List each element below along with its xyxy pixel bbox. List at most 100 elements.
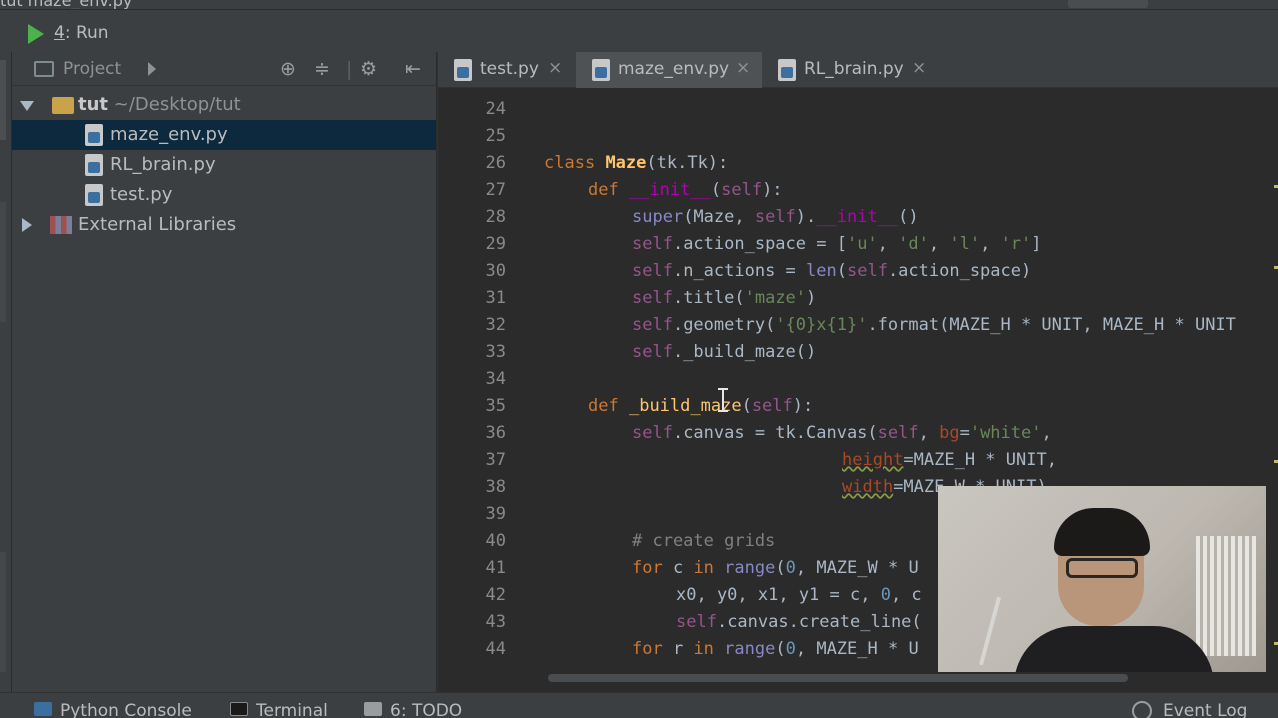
python-file-icon	[85, 184, 103, 206]
code-line: 26 class Maze(tk.Tk):	[438, 150, 1278, 177]
project-panel: Project ⊕ ≑ | ⚙ ⇤ tut ~/Desktop/tut maze…	[12, 52, 436, 692]
expand-icon[interactable]	[22, 218, 32, 232]
hide-icon[interactable]: ⇤	[405, 58, 421, 80]
stripe-mark[interactable]	[1274, 460, 1278, 463]
terminal-button[interactable]: Terminal	[256, 701, 328, 718]
run-label-text: : Run	[64, 23, 109, 43]
code-text: for r in range(0, MAZE_H * U	[632, 639, 919, 659]
code-text: self.canvas = tk.Canvas(self, bg='white'…	[632, 423, 1052, 443]
presenter-body	[1014, 626, 1214, 672]
code-line: 35 def _build_maze(self):	[438, 393, 1278, 420]
close-icon[interactable]: ×	[912, 58, 926, 78]
project-panel-title[interactable]: Project	[63, 59, 121, 79]
collapse-icon[interactable]: ≑	[314, 58, 330, 80]
crosshair-icon[interactable]: ⊕	[280, 58, 296, 80]
code-line: 33 self._build_maze()	[438, 339, 1278, 366]
line-number: 24	[485, 99, 506, 119]
project-folder-icon	[34, 61, 54, 77]
line-number: 32	[485, 315, 506, 335]
code-line: 37 height=MAZE_H * UNIT,	[438, 447, 1278, 474]
divider: |	[346, 58, 353, 80]
tab-rl-brain-py[interactable]: RL_brain.py ×	[762, 52, 938, 88]
close-icon[interactable]: ×	[736, 58, 750, 78]
presenter-hair	[1054, 508, 1150, 556]
structure-tool-tab[interactable]	[0, 202, 6, 322]
code-text: x0, y0, x1, y1 = c, 0, c	[676, 585, 922, 605]
code-line: 24	[438, 96, 1278, 123]
favorites-tool-tab[interactable]	[0, 552, 6, 672]
code-text: class Maze(tk.Tk):	[544, 153, 729, 173]
line-number: 31	[485, 288, 506, 308]
code-text: self.canvas.create_line(	[676, 612, 922, 632]
line-number: 42	[485, 585, 506, 605]
code-text: self.action_space = ['u', 'd', 'l', 'r']	[632, 234, 1042, 254]
tree-item-external-libraries[interactable]: External Libraries	[12, 210, 436, 240]
line-number: 29	[485, 234, 506, 254]
code-line: 36 self.canvas = tk.Canvas(self, bg='whi…	[438, 420, 1278, 447]
close-icon[interactable]: ×	[548, 58, 562, 78]
run-shortcut: 4	[54, 23, 65, 43]
run-toolbar: 4: Run	[0, 10, 1278, 52]
horizontal-scrollbar[interactable]	[548, 674, 1128, 682]
stripe-mark[interactable]	[1274, 642, 1278, 645]
code-comment: # create grids	[632, 531, 776, 551]
line-number: 34	[485, 369, 506, 389]
folder-icon	[52, 97, 74, 114]
line-number: 38	[485, 477, 506, 497]
tree-item-label: test.py	[110, 184, 173, 205]
code-line: 30 self.n_actions = len(self.action_spac…	[438, 258, 1278, 285]
stripe-mark[interactable]	[1274, 185, 1278, 188]
stripe-mark[interactable]	[1274, 266, 1278, 269]
project-tool-tab[interactable]	[0, 60, 6, 140]
python-file-icon	[85, 124, 103, 146]
tab-test-py[interactable]: test.py ×	[438, 52, 576, 88]
code-line: 34	[438, 366, 1278, 393]
tab-label: RL_brain.py	[804, 59, 904, 79]
line-number: 37	[485, 450, 506, 470]
code-text: self._build_maze()	[632, 342, 817, 362]
line-number: 25	[485, 126, 506, 146]
tree-item-maze-env[interactable]: maze_env.py	[12, 120, 436, 150]
tree-item-label: RL_brain.py	[110, 154, 216, 175]
gear-icon[interactable]: ⚙	[360, 58, 377, 80]
tab-maze-env-py[interactable]: maze_env.py ×	[576, 52, 762, 88]
line-number: 40	[485, 531, 506, 551]
library-icon	[50, 216, 72, 234]
window-blind	[1196, 536, 1256, 656]
tree-item-label: External Libraries	[78, 214, 237, 235]
event-log-button[interactable]: Event Log	[1163, 701, 1247, 718]
tree-item-label: maze_env.py	[110, 124, 228, 145]
code-line: 31 self.title('maze')	[438, 285, 1278, 312]
python-console-button[interactable]: Python Console	[60, 701, 192, 718]
todo-icon	[364, 702, 382, 716]
error-stripe[interactable]	[1274, 52, 1278, 652]
python-file-icon	[592, 59, 610, 81]
tree-item-test[interactable]: test.py	[12, 180, 436, 210]
code-text: self.n_actions = len(self.action_space)	[632, 261, 1032, 281]
code-text: for c in range(0, MAZE_W * U	[632, 558, 919, 578]
event-log-icon	[1132, 701, 1152, 718]
tree-item-rl-brain[interactable]: RL_brain.py	[12, 150, 436, 180]
breadcrumb[interactable]: tut maze_env.py	[0, 0, 132, 9]
chevron-right-icon[interactable]	[148, 62, 156, 76]
line-number: 35	[485, 396, 506, 416]
code-text: height=MAZE_H * UNIT,	[842, 450, 1057, 470]
tree-item-label: tut	[78, 94, 109, 115]
line-number: 39	[485, 504, 506, 524]
run-tool-window-label[interactable]: 4: Run	[54, 23, 109, 43]
title-bar: tut maze_env.py	[0, 0, 1278, 10]
code-line: 28 super(Maze, self).__init__()	[438, 204, 1278, 231]
run-icon[interactable]	[28, 24, 44, 44]
lamp	[979, 596, 1001, 666]
tree-item-tut[interactable]: tut ~/Desktop/tut	[12, 90, 436, 120]
expand-icon[interactable]	[20, 101, 34, 111]
presenter-glasses	[1066, 558, 1138, 578]
line-number: 26	[485, 153, 506, 173]
terminal-icon	[230, 702, 248, 716]
code-text: super(Maze, self).__init__()	[632, 207, 919, 227]
tree-item-path: ~/Desktop/tut	[113, 94, 241, 115]
todo-button[interactable]: 6: TODO	[390, 701, 462, 718]
python-file-icon	[454, 59, 472, 81]
tab-label: maze_env.py	[618, 59, 730, 79]
run-config-selector[interactable]	[1068, 0, 1148, 8]
